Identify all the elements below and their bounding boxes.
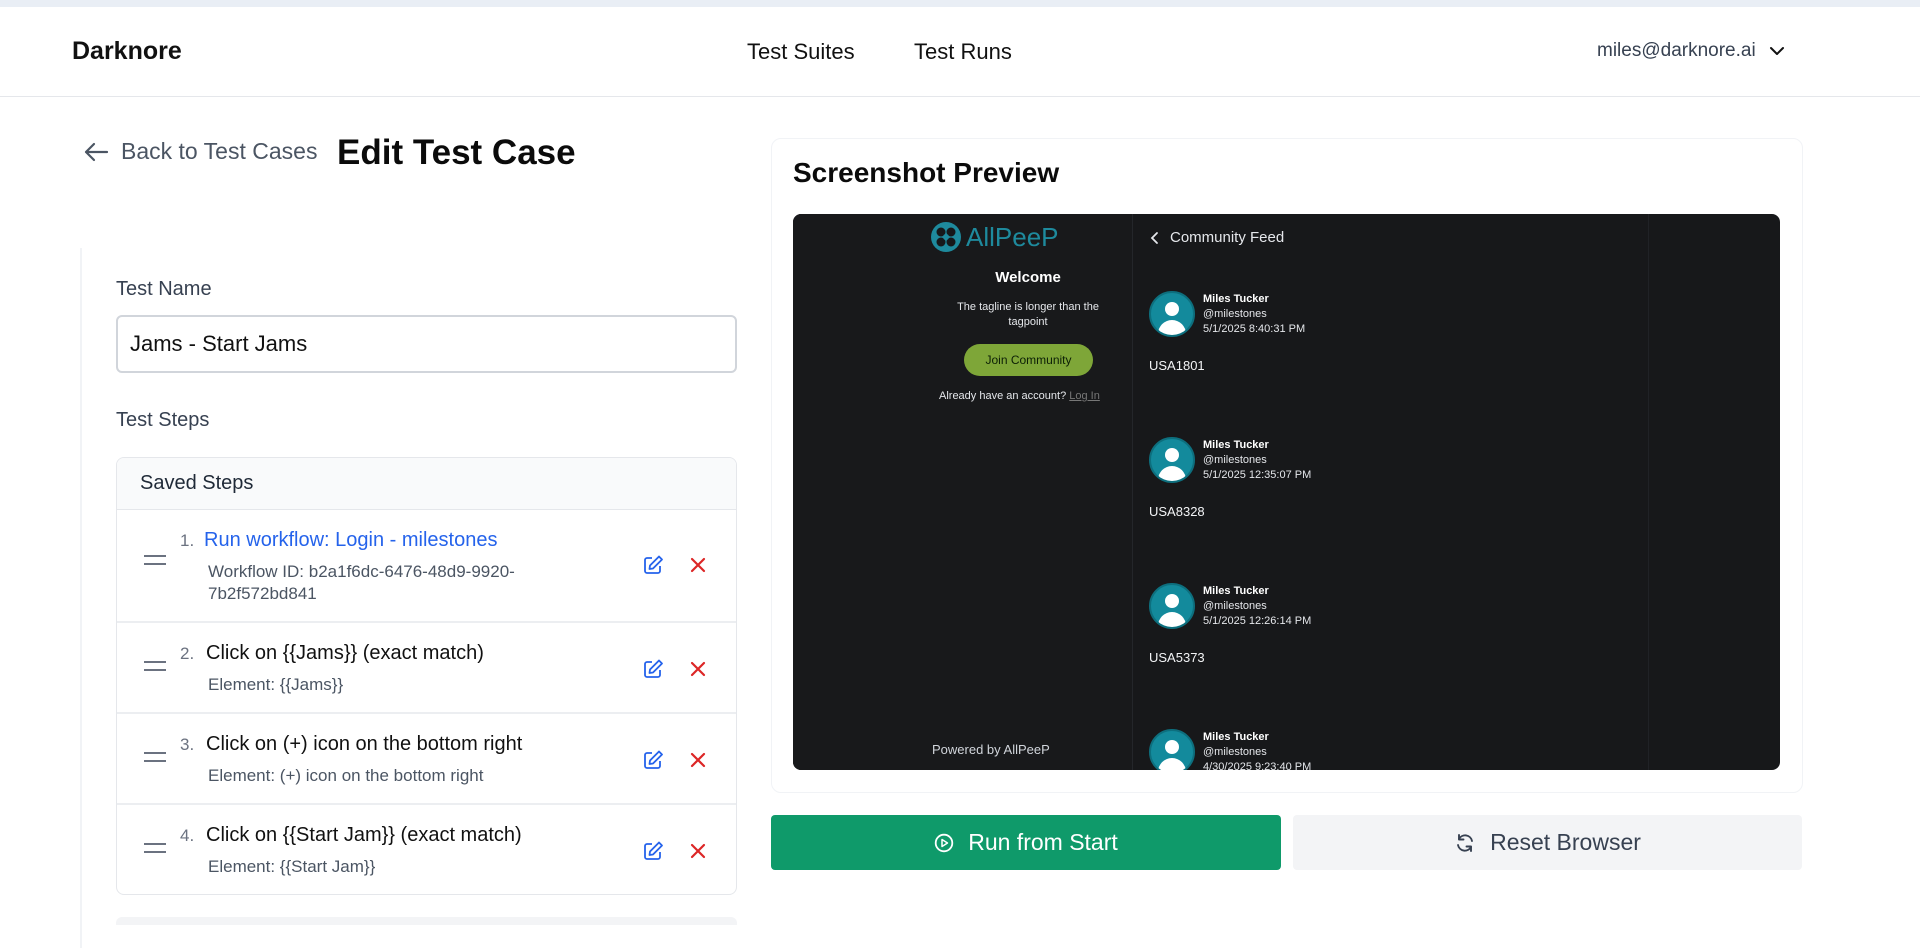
user-menu[interactable]: miles@darknore.ai bbox=[1597, 40, 1786, 62]
avatar bbox=[1149, 437, 1195, 483]
test-name-label: Test Name bbox=[116, 278, 212, 300]
refresh-icon bbox=[1457, 833, 1474, 852]
already-label: Already have an account? bbox=[939, 390, 1067, 402]
already-account-text: Already have an account? Log In bbox=[939, 390, 1100, 402]
step-row: 2. Click on {{Jams}} (exact match) Eleme… bbox=[117, 623, 736, 714]
preview-title: Screenshot Preview bbox=[793, 157, 1060, 188]
step-detail: Workflow ID: b2a1f6dc-6476-48d9-9920-7b2… bbox=[208, 562, 515, 603]
post-text: USA1801 bbox=[1149, 358, 1205, 373]
feed-post[interactable]: Miles Tucker @milestones 5/1/2025 8:40:3… bbox=[1149, 291, 1549, 391]
app-welcome: Welcome bbox=[995, 269, 1061, 286]
step-title: Click on {{Start Jam}} (exact match) bbox=[206, 824, 522, 846]
nav-test-suites[interactable]: Test Suites bbox=[747, 39, 855, 65]
step-number: 1. bbox=[180, 531, 195, 550]
run-from-start-button[interactable]: Run from Start bbox=[771, 815, 1281, 870]
top-strip bbox=[0, 0, 1920, 7]
post-author: Miles Tucker bbox=[1203, 585, 1269, 597]
feed-post[interactable]: Miles Tucker @milestones 4/30/2025 9:23:… bbox=[1149, 729, 1549, 770]
run-label: Run from Start bbox=[968, 829, 1118, 855]
reset-label: Reset Browser bbox=[1490, 829, 1641, 855]
back-to-test-cases[interactable]: Back to Test Cases bbox=[83, 138, 317, 165]
delete-icon[interactable] bbox=[687, 658, 709, 680]
reset-browser-button[interactable]: Reset Browser bbox=[1293, 815, 1802, 870]
avatar bbox=[1149, 291, 1195, 337]
post-text: USA8328 bbox=[1149, 504, 1205, 519]
drag-handle-icon[interactable] bbox=[144, 752, 166, 762]
step-detail: Element: (+) icon on the bottom right bbox=[208, 766, 484, 785]
post-text: USA5373 bbox=[1149, 650, 1205, 665]
join-community-button[interactable]: Join Community bbox=[964, 344, 1093, 376]
delete-icon[interactable] bbox=[687, 749, 709, 771]
edit-icon[interactable] bbox=[642, 749, 664, 771]
user-email: miles@darknore.ai bbox=[1597, 40, 1756, 61]
step-number: 4. bbox=[180, 826, 195, 845]
feed-post[interactable]: Miles Tucker @milestones 5/1/2025 12:35:… bbox=[1149, 437, 1549, 537]
saved-steps-header: Saved Steps bbox=[117, 458, 736, 510]
delete-icon[interactable] bbox=[687, 840, 709, 862]
post-author: Miles Tucker bbox=[1203, 293, 1269, 305]
login-link[interactable]: Log In bbox=[1069, 390, 1100, 402]
drag-handle-icon[interactable] bbox=[144, 843, 166, 853]
step-detail: Element: {{Start Jam}} bbox=[208, 857, 376, 876]
app-logo-text: AllPeeP bbox=[966, 221, 1059, 252]
step-detail: Element: {{Jams}} bbox=[208, 675, 344, 694]
add-step-section bbox=[116, 917, 737, 925]
saved-steps-panel: Saved Steps 1. Run workflow: Login - mil… bbox=[116, 457, 737, 895]
nav-test-runs[interactable]: Test Runs bbox=[914, 39, 1012, 65]
post-handle: @milestones bbox=[1203, 600, 1267, 612]
step-number: 2. bbox=[180, 644, 195, 663]
post-handle: @milestones bbox=[1203, 308, 1267, 320]
community-feed-back[interactable]: Community Feed bbox=[1150, 229, 1284, 246]
post-time: 5/1/2025 12:26:14 PM bbox=[1203, 615, 1312, 627]
delete-icon[interactable] bbox=[687, 554, 709, 576]
step-row: 4. Click on {{Start Jam}} (exact match) … bbox=[117, 805, 736, 894]
feed-divider bbox=[1648, 214, 1649, 770]
avatar bbox=[1149, 583, 1195, 629]
post-handle: @milestones bbox=[1203, 454, 1267, 466]
avatar bbox=[1149, 729, 1195, 770]
page-title: Edit Test Case bbox=[337, 133, 576, 172]
screenshot-preview: AllPeeP Welcome The tagline is longer th… bbox=[793, 214, 1780, 770]
clover-logo-icon bbox=[931, 222, 961, 252]
chevron-left-icon bbox=[1150, 231, 1158, 244]
step-row: 1. Run workflow: Login - milestones Work… bbox=[117, 510, 736, 623]
powered-by: Powered by AllPeeP bbox=[932, 742, 1050, 757]
test-name-input[interactable] bbox=[116, 315, 737, 373]
step-number: 3. bbox=[180, 735, 195, 754]
step-row: 3. Click on (+) icon on the bottom right… bbox=[117, 714, 736, 805]
edit-icon[interactable] bbox=[642, 840, 664, 862]
drag-handle-icon[interactable] bbox=[144, 661, 166, 671]
brand-logo[interactable]: Darknore bbox=[72, 37, 182, 66]
step-title[interactable]: Run workflow: Login - milestones bbox=[204, 529, 497, 552]
step-title: Click on {{Jams}} (exact match) bbox=[206, 642, 484, 664]
feed-title: Community Feed bbox=[1170, 229, 1285, 246]
top-nav: Darknore Test Suites Test Runs miles@dar… bbox=[0, 7, 1920, 97]
post-handle: @milestones bbox=[1203, 746, 1267, 758]
post-author: Miles Tucker bbox=[1203, 439, 1269, 451]
app-tagline: The tagline is longer than the tagpoint bbox=[957, 301, 1099, 328]
arrow-left-icon bbox=[84, 142, 109, 161]
post-time: 5/1/2025 12:35:07 PM bbox=[1203, 469, 1312, 481]
chevron-down-icon bbox=[1769, 47, 1784, 55]
feed-post[interactable]: Miles Tucker @milestones 5/1/2025 12:26:… bbox=[1149, 583, 1549, 683]
back-label: Back to Test Cases bbox=[121, 138, 318, 164]
test-steps-label: Test Steps bbox=[116, 409, 210, 431]
post-author: Miles Tucker bbox=[1203, 731, 1269, 743]
step-title: Click on (+) icon on the bottom right bbox=[206, 733, 523, 755]
play-circle-icon bbox=[935, 833, 954, 852]
app-logo: AllPeeP bbox=[930, 221, 1059, 253]
post-time: 5/1/2025 8:40:31 PM bbox=[1203, 323, 1306, 335]
post-time: 4/30/2025 9:23:40 PM bbox=[1203, 761, 1312, 770]
edit-icon[interactable] bbox=[642, 658, 664, 680]
edit-icon[interactable] bbox=[642, 554, 664, 576]
app-sidebar bbox=[793, 214, 1133, 770]
drag-handle-icon[interactable] bbox=[144, 555, 166, 565]
